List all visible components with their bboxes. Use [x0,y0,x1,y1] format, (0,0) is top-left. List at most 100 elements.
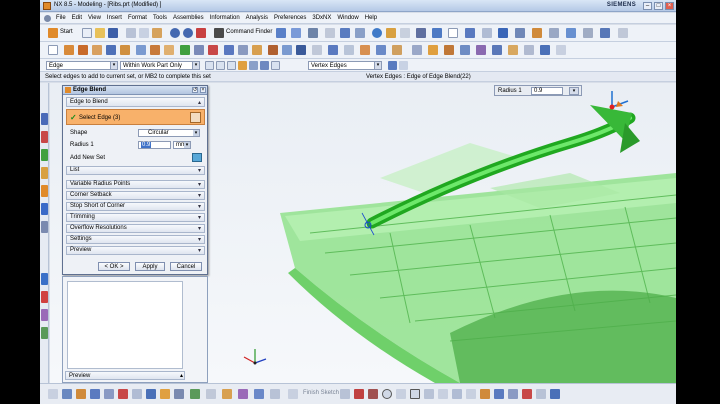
roles-icon[interactable] [41,309,48,321]
project-curve-icon[interactable] [524,45,534,55]
midpoint-icon[interactable] [76,389,86,399]
new-icon[interactable] [82,28,92,38]
chamfer-tool-icon[interactable] [194,45,204,55]
view-triad-icon[interactable] [222,389,232,399]
assembly-navigator-icon[interactable] [41,113,48,125]
navigator-preview-header[interactable]: Preview [65,371,185,380]
datum-axis-icon[interactable] [328,45,338,55]
edge-blend-icon[interactable] [180,45,190,55]
shell-icon[interactable] [238,45,248,55]
wcs-icon[interactable] [583,28,593,38]
bridge-icon[interactable] [508,45,518,55]
section-icon[interactable] [515,28,525,38]
menu-view[interactable]: View [85,13,104,21]
section-corner-setback[interactable]: Corner Setback ▾ [66,191,205,200]
deselect-icon[interactable] [227,61,236,70]
paste-icon[interactable] [152,28,162,38]
delete-face-icon[interactable] [392,45,402,55]
offset-curve-icon[interactable] [540,45,550,55]
extrude-icon[interactable] [64,45,74,55]
render-style-icon[interactable] [238,389,248,399]
edge-to-blend-group[interactable]: Edge to Blend ▴ [66,97,205,107]
curve-rule-dropdown[interactable]: Vertex Edges ▾ [308,61,382,70]
mirror-curve-icon[interactable] [480,389,490,399]
offset-icon[interactable] [466,389,476,399]
feature-filter-icon[interactable] [271,61,280,70]
list-group[interactable]: List ▾ [66,166,205,175]
bounded-grid-icon[interactable] [206,389,216,399]
select-all-icon[interactable] [216,61,225,70]
cancel-button[interactable]: Cancel [170,262,202,271]
extract-icon[interactable] [492,45,502,55]
fit-icon[interactable] [416,28,426,38]
rectangle-icon[interactable] [410,389,420,399]
control-point-icon[interactable] [90,389,100,399]
chamfer-icon[interactable] [291,28,301,38]
redo-icon[interactable] [183,28,193,38]
orient-view-icon[interactable] [465,28,475,38]
type-filter-dropdown[interactable]: Edge ▾ [46,61,118,70]
curve-icon[interactable] [556,45,566,55]
edit-feature-icon[interactable] [340,28,350,38]
menu-edit[interactable]: Edit [69,13,85,21]
part-navigator-icon[interactable] [41,149,48,161]
render-mode-icon[interactable] [448,28,458,38]
maximize-button[interactable]: □ [654,2,663,10]
edge-selection-icon[interactable] [190,112,201,123]
follow-fillet-icon[interactable] [399,61,408,70]
revolve-icon[interactable] [78,45,88,55]
close-icon[interactable]: × [200,87,206,93]
sphere-icon[interactable] [372,28,382,38]
section-stop-short-of-corner[interactable]: Stop Short of Corner ▾ [66,202,205,211]
menu-format[interactable]: Format [125,13,150,21]
thicken-icon[interactable] [476,45,486,55]
chevron-down-icon[interactable]: ▾ [198,236,201,243]
chevron-down-icon[interactable]: ▾ [198,247,201,254]
hole-icon[interactable] [308,28,318,38]
intersect-icon[interactable] [164,45,174,55]
sketch-icon[interactable] [48,45,58,55]
existing-point-icon[interactable] [160,389,170,399]
menu-analysis[interactable]: Analysis [243,13,271,21]
unite-icon[interactable] [136,45,146,55]
start-button[interactable]: Start [60,29,73,35]
menu-3dxnx[interactable]: 3DxNX [309,13,334,21]
conic-icon[interactable] [452,389,462,399]
rotate-icon[interactable] [498,28,508,38]
chevron-down-icon[interactable]: ▾ [198,214,201,221]
subtract-icon[interactable] [150,45,160,55]
datum-plane-icon[interactable] [312,45,322,55]
spline-icon[interactable] [438,389,448,399]
cylinder-icon[interactable] [106,45,116,55]
section-preview[interactable]: Preview ▾ [66,246,205,255]
show-hidden-icon[interactable] [260,61,269,70]
menu-assemblies[interactable]: Assemblies [170,13,207,21]
ok-button[interactable]: < OK > [98,262,130,271]
command-finder-icon[interactable] [214,28,224,38]
fillet-icon[interactable] [396,389,406,399]
point-on-curve-icon[interactable] [174,389,184,399]
swept-icon[interactable] [444,45,454,55]
section-settings[interactable]: Settings ▾ [66,235,205,244]
copy-icon[interactable] [139,28,149,38]
intersection-icon[interactable] [104,389,114,399]
general-selection-icon[interactable] [205,61,214,70]
hd3d-tools-icon[interactable] [41,185,48,197]
section-variable-radius-points[interactable]: Variable Radius Points ▾ [66,180,205,189]
pan-icon[interactable] [482,28,492,38]
zoom-icon[interactable] [432,28,442,38]
radius-onscreen-input[interactable]: Radius 1 0.9 ▾ [494,85,582,96]
grid-icon[interactable] [325,28,335,38]
arc-center-icon[interactable] [118,389,128,399]
system-scenes-icon[interactable] [41,327,48,339]
command-finder-button[interactable]: Command Finder [226,29,272,35]
radius-drag-handle[interactable] [609,91,629,110]
replace-face-icon[interactable] [376,45,386,55]
chevron-down-icon[interactable]: ▾ [569,87,579,95]
offset-face-icon[interactable] [282,45,292,55]
select-edge-row[interactable]: ✓ Select Edge (3) [66,109,205,125]
quick-pick-icon[interactable] [249,61,258,70]
radius-onscreen-value[interactable]: 0.9 [531,87,563,95]
draft-icon[interactable] [252,45,262,55]
menu-file[interactable]: File [53,13,69,21]
